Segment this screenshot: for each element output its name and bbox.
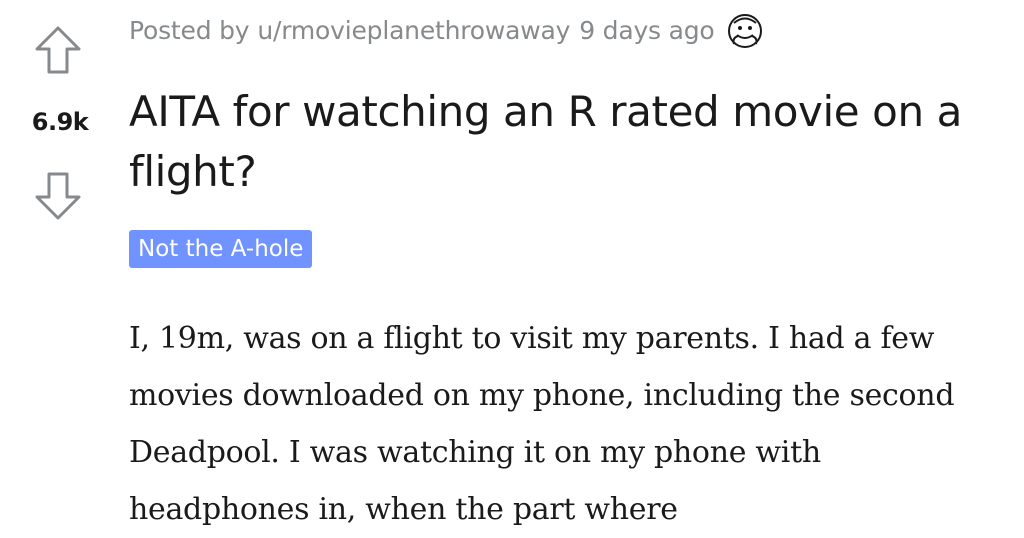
posted-by-label: Posted by xyxy=(129,15,250,45)
post-flair-badge[interactable]: Not the A-hole xyxy=(129,230,313,268)
post-title[interactable]: AITA for watching an R rated movie on a … xyxy=(129,82,1009,202)
post-meta: Posted by u/rmovieplanethrowaway 9 days … xyxy=(129,8,765,52)
post-body-text: I, 19m, was on a flight to visit my pare… xyxy=(129,321,955,527)
vote-column: 6.9k xyxy=(0,0,120,535)
vote-score: 6.9k xyxy=(31,108,89,136)
post-age: 9 days ago xyxy=(579,15,715,45)
author-link[interactable]: u/rmovieplanethrowaway xyxy=(257,16,570,45)
upvote-arrow-icon[interactable] xyxy=(32,24,84,76)
hugz-award-icon[interactable] xyxy=(725,10,765,50)
downvote-arrow-icon[interactable] xyxy=(32,170,84,222)
